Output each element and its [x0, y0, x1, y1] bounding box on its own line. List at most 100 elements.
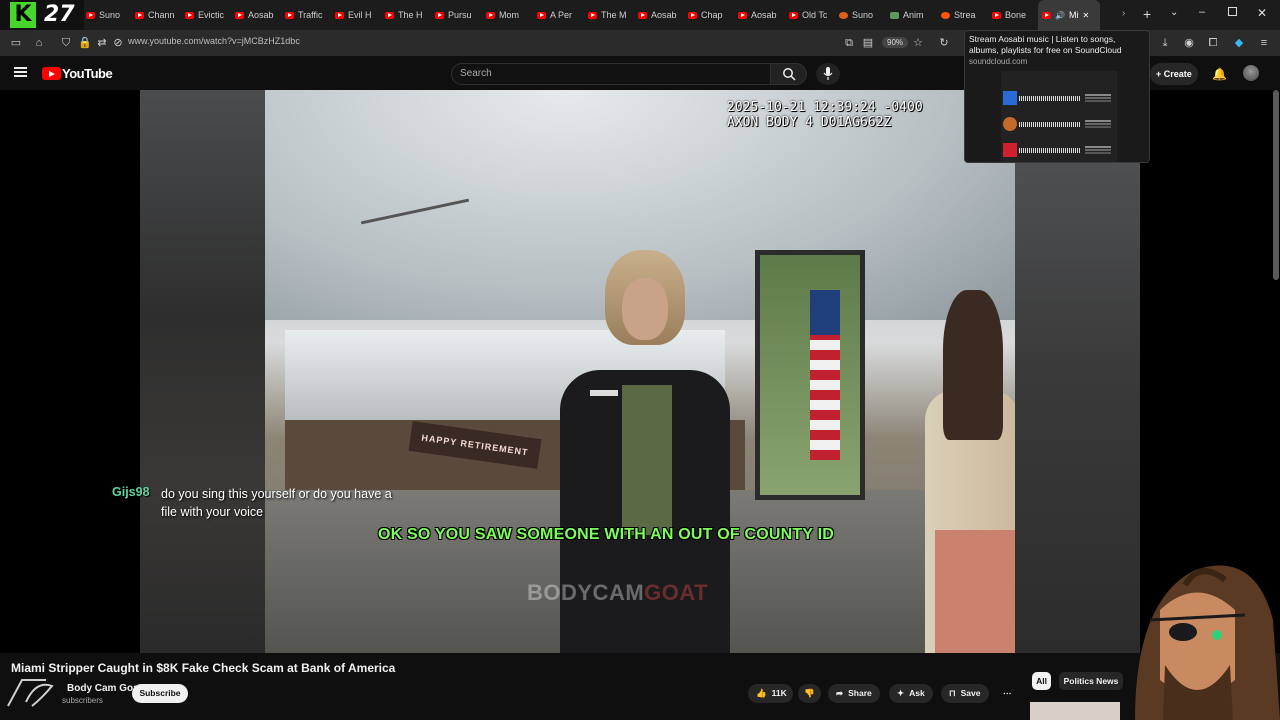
- close-window-icon[interactable]: ✕: [1257, 6, 1267, 20]
- ask-button[interactable]: ✦ Ask: [889, 684, 933, 703]
- browser-tab[interactable]: Chann: [135, 0, 185, 30]
- chip-all[interactable]: All: [1032, 672, 1051, 690]
- browser-tab[interactable]: The H: [385, 0, 435, 30]
- notifications-bell-icon[interactable]: 🔔: [1212, 67, 1227, 81]
- browser-tab[interactable]: Suno: [839, 0, 890, 30]
- close-tab-icon[interactable]: ✕: [1082, 11, 1089, 20]
- create-button[interactable]: + Create: [1150, 63, 1198, 85]
- reload-icon[interactable]: ↻: [938, 37, 950, 49]
- youtube-icon: [688, 11, 697, 19]
- browser-tab[interactable]: Aosab: [738, 0, 789, 30]
- browser-tab[interactable]: Evictic: [185, 0, 235, 30]
- tracking-icon[interactable]: ⊘: [112, 37, 124, 49]
- tab-label: Mi: [1068, 10, 1079, 20]
- video-title: Miami Stripper Caught in $8K Fake Check …: [11, 661, 396, 675]
- save-button[interactable]: ⊓ Save: [941, 684, 989, 703]
- app-icon: [890, 11, 899, 19]
- browser-tab[interactable]: Traffic: [285, 0, 335, 30]
- search-input[interactable]: Search: [451, 63, 771, 85]
- browser-tab[interactable]: Suno: [86, 0, 135, 30]
- menu-icon[interactable]: ≡: [1258, 37, 1270, 49]
- browser-tab[interactable]: Mom: [486, 0, 537, 30]
- minimize-icon[interactable]: –: [1199, 6, 1205, 18]
- tooltip-title: Stream Aosabi music | Listen to songs, a…: [969, 34, 1122, 55]
- zoom-level[interactable]: 90%: [882, 37, 909, 48]
- browser-tab[interactable]: Aosab: [235, 0, 285, 30]
- new-tab-icon[interactable]: +: [1143, 6, 1151, 22]
- site-settings-icon[interactable]: ⇄: [96, 37, 108, 49]
- extensions-icon[interactable]: ⧠: [1207, 37, 1219, 49]
- subscribe-button[interactable]: Subscribe: [132, 684, 188, 703]
- browser-tab[interactable]: Strea: [941, 0, 992, 30]
- share-icon: ➦: [836, 688, 844, 698]
- k27-letter: K: [10, 2, 36, 28]
- tab-search-icon[interactable]: ⌄: [1170, 7, 1178, 18]
- recommended-thumbnail[interactable]: [1030, 702, 1120, 720]
- browser-tab[interactable]: Pursu: [435, 0, 486, 30]
- browser-tab[interactable]: Old Tc: [789, 0, 839, 30]
- video-player[interactable]: HAPPY RETIREMENT 2025-10-21 12:39:24 -04…: [0, 90, 1280, 653]
- url-field[interactable]: www.youtube.com/watch?v=jMCBzHZ1dbc: [128, 36, 300, 46]
- thumbs-down-icon: 👎: [804, 688, 815, 698]
- tab-label: Aosab: [751, 10, 777, 20]
- downloads-icon[interactable]: ⤓: [1159, 37, 1171, 49]
- browser-tab[interactable]: Chap: [688, 0, 738, 30]
- video-frame: HAPPY RETIREMENT 2025-10-21 12:39:24 -04…: [265, 90, 1015, 653]
- mic-icon: [823, 67, 833, 80]
- k27-number: 27: [44, 2, 75, 27]
- hamburger-menu-icon[interactable]: [14, 67, 27, 77]
- tab-label: Chap: [701, 10, 723, 20]
- user-avatar[interactable]: [1243, 65, 1259, 81]
- browser-tab[interactable]: Evil H: [335, 0, 385, 30]
- chip-politics-news[interactable]: Politics News: [1059, 672, 1123, 690]
- browser-tab[interactable]: Aosab: [638, 0, 688, 30]
- chat-message: do you sing this yourself or do you have…: [161, 487, 392, 519]
- browser-tab[interactable]: A Per: [537, 0, 588, 30]
- tab-label: Suno: [852, 10, 874, 20]
- channel-name[interactable]: Body Cam Goat: [67, 683, 142, 694]
- channel-watermark-logo: [7, 679, 54, 707]
- youtube-logo-icon[interactable]: [42, 67, 61, 80]
- share-label: Share: [848, 688, 872, 698]
- browser-tab[interactable]: Bone: [992, 0, 1038, 30]
- soundcloud-icon: [941, 11, 950, 19]
- sidebar-toggle-icon[interactable]: ▭: [10, 37, 22, 49]
- more-actions-button[interactable]: ⋯: [998, 684, 1017, 703]
- extension-badge-icon[interactable]: ◆: [1233, 37, 1245, 49]
- tab-label: Mom: [499, 10, 519, 20]
- chat-username: Gijs98: [112, 485, 150, 499]
- bodycam-timestamp: 2025-10-21 12:39:24 -0400 AXON BODY 4 D0…: [727, 100, 923, 130]
- voice-search-button[interactable]: [816, 63, 840, 85]
- tab-scroll-right-icon[interactable]: ›: [1122, 8, 1125, 19]
- tab-label: Aosab: [651, 10, 677, 20]
- sparkle-icon: ✦: [897, 688, 905, 698]
- tab-label: Evictic: [198, 10, 225, 20]
- maximize-icon[interactable]: [1228, 7, 1237, 16]
- like-button[interactable]: 👍 11K: [748, 684, 793, 703]
- browser-tab[interactable]: The M: [588, 0, 638, 30]
- shield-icon[interactable]: ⛉: [60, 37, 72, 49]
- tab-label: Old Tc: [802, 10, 828, 20]
- pip-icon[interactable]: ⧉: [843, 37, 855, 49]
- youtube-icon: [638, 11, 647, 19]
- reader-icon[interactable]: ▤: [862, 37, 874, 49]
- search-button[interactable]: [770, 63, 807, 85]
- youtube-logo-text[interactable]: YouTube: [62, 66, 113, 81]
- tab-label: Aosab: [248, 10, 274, 20]
- youtube-icon: [335, 11, 344, 19]
- tab-label: Strea: [954, 10, 976, 20]
- share-button[interactable]: ➦ Share: [828, 684, 880, 703]
- dislike-button[interactable]: 👎: [798, 684, 821, 703]
- watermark-part-a: BODYCAM: [527, 580, 645, 605]
- browser-tab[interactable]: Anim: [890, 0, 941, 30]
- tab-label: Pursu: [448, 10, 472, 20]
- home-icon[interactable]: ⌂: [33, 37, 45, 49]
- youtube-icon: [135, 11, 144, 19]
- browser-tab[interactable]: 🔊 Mi ✕: [1038, 0, 1100, 30]
- thumb-row: [1003, 91, 1115, 105]
- page-scrollbar[interactable]: [1273, 90, 1279, 280]
- account-icon[interactable]: ◉: [1183, 37, 1195, 49]
- bookmark-star-icon[interactable]: ☆: [912, 37, 924, 49]
- watermark-part-b: GOAT: [644, 580, 709, 605]
- audio-playing-icon[interactable]: 🔊: [1055, 11, 1065, 20]
